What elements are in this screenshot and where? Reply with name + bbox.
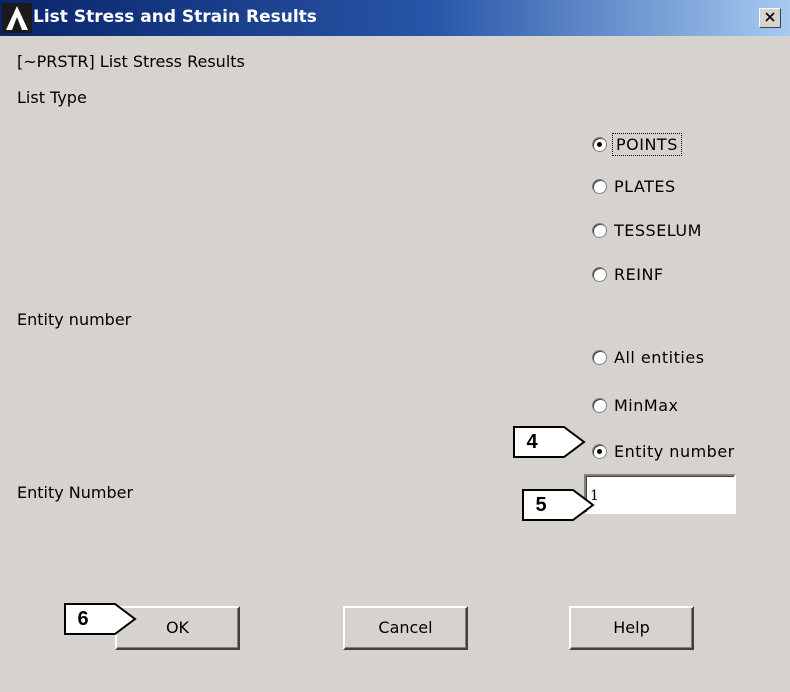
- radio-button[interactable]: [592, 179, 607, 194]
- radio-selected-dot: [597, 142, 602, 147]
- cancel-button[interactable]: Cancel: [343, 606, 468, 650]
- entity-number-section-label: Entity number: [17, 310, 132, 329]
- callout-arrow-icon: [558, 489, 595, 521]
- radio-label-points: POINTS: [612, 133, 682, 156]
- list-stress-strain-dialog: List Stress and Strain Results [~PRSTR] …: [0, 0, 790, 692]
- callout-arrow-icon: [100, 603, 137, 635]
- entity-number-input[interactable]: [584, 474, 736, 514]
- close-x-icon: [765, 12, 775, 22]
- list-type-label: List Type: [17, 88, 87, 107]
- ansys-logo-icon: [2, 3, 32, 33]
- close-button[interactable]: [759, 8, 781, 28]
- radio-label-plates: PLATES: [614, 177, 676, 196]
- callout-number: 5: [522, 489, 560, 521]
- radio-button[interactable]: [592, 398, 607, 413]
- help-button[interactable]: Help: [569, 606, 694, 650]
- entity-number-field-label: Entity Number: [17, 483, 134, 502]
- callout-number: 6: [64, 603, 102, 635]
- radio-label-reinf: REINF: [614, 265, 664, 284]
- radio-label-entity-number: Entity number: [614, 442, 735, 461]
- radio-selected-dot: [597, 449, 602, 454]
- radio-button[interactable]: [592, 444, 607, 459]
- radio-button[interactable]: [592, 223, 607, 238]
- title-bar[interactable]: List Stress and Strain Results: [0, 0, 790, 36]
- radio-label-minmax: MinMax: [614, 396, 679, 415]
- radio-label-tesselum: TESSELUM: [614, 221, 702, 240]
- radio-button[interactable]: [592, 267, 607, 282]
- radio-button[interactable]: [592, 350, 607, 365]
- callout-number: 4: [513, 426, 551, 458]
- command-label: [~PRSTR] List Stress Results: [17, 52, 245, 71]
- callout-arrow-icon: [549, 426, 586, 458]
- radio-label-all-entities: All entities: [614, 348, 705, 367]
- window-title: List Stress and Strain Results: [33, 7, 317, 27]
- radio-button[interactable]: [592, 137, 607, 152]
